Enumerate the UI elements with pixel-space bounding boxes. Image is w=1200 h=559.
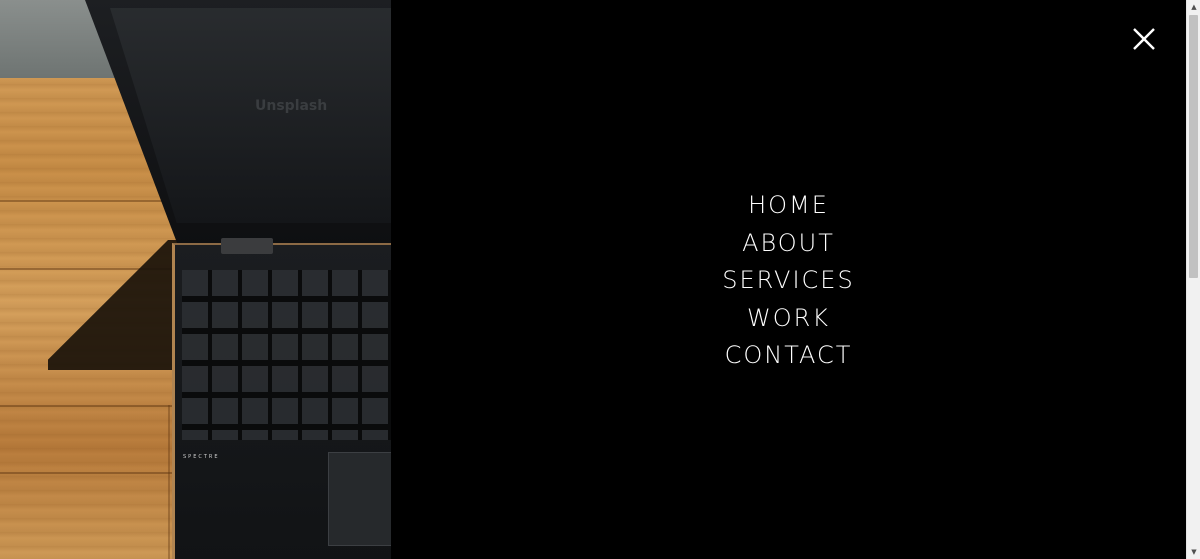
nav-item-contact: CONTACT xyxy=(391,337,1186,375)
close-menu-button[interactable] xyxy=(1131,26,1157,52)
photo-screen-text: Unsplash xyxy=(255,98,328,114)
photo-plank-seam xyxy=(168,405,170,559)
scrollbar-thumb[interactable] xyxy=(1189,15,1198,278)
main-navigation: HOME ABOUT SERVICES WORK CONTACT xyxy=(391,187,1186,375)
hero-photo-laptop: Unsplash SPECTRE xyxy=(0,0,391,559)
photo-laptop-keyboard xyxy=(182,270,391,440)
photo-laptop-hinge xyxy=(221,238,273,254)
page: Unsplash SPECTRE HOME ABOUT SERVICES WOR… xyxy=(0,0,1200,559)
photo-laptop-brand: SPECTRE xyxy=(183,454,220,460)
scroll-up-arrow-icon[interactable]: ▲ xyxy=(1187,0,1200,14)
nav-item-about: ABOUT xyxy=(391,225,1186,263)
scroll-down-arrow-icon[interactable]: ▼ xyxy=(1187,545,1200,559)
nav-item-services: SERVICES xyxy=(391,262,1186,300)
nav-link-home[interactable]: HOME xyxy=(748,187,829,225)
close-icon xyxy=(1133,28,1155,50)
nav-link-contact[interactable]: CONTACT xyxy=(725,337,853,375)
nav-link-work[interactable]: WORK xyxy=(747,300,830,338)
photo-laptop-touchpad xyxy=(328,452,391,546)
page-scrollbar[interactable]: ▲ ▼ xyxy=(1186,0,1200,559)
photo-laptop-display xyxy=(110,8,391,223)
nav-link-services[interactable]: SERVICES xyxy=(722,262,854,300)
nav-item-work: WORK xyxy=(391,300,1186,338)
nav-item-home: HOME xyxy=(391,187,1186,225)
nav-link-about[interactable]: ABOUT xyxy=(742,225,835,263)
